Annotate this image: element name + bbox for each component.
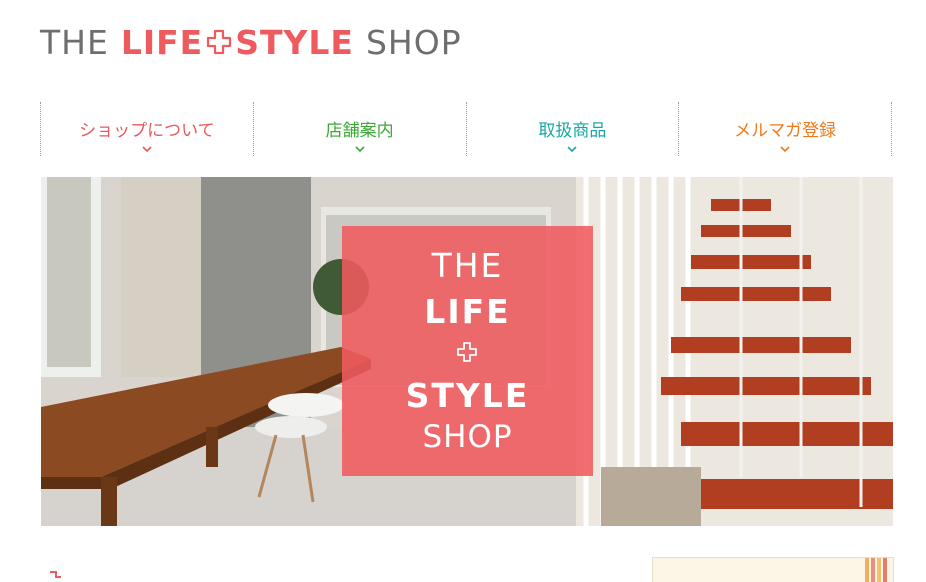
- chevron-down-icon: [567, 146, 577, 153]
- nav-item-newsletter[interactable]: メルマガ登録: [678, 102, 892, 156]
- badge-life: LIFE: [424, 292, 511, 331]
- site-logo[interactable]: THE LIFE STYLE SHOP: [40, 22, 462, 62]
- hero-banner: THE LIFE STYLE SHOP: [41, 177, 893, 526]
- logo-style: STYLE: [235, 22, 354, 62]
- chevron-down-icon: [355, 146, 365, 153]
- nav-label: ショップについて: [79, 121, 215, 141]
- nav-item-about[interactable]: ショップについて: [40, 102, 253, 156]
- logo-life: LIFE: [120, 22, 204, 62]
- nav-item-store-info[interactable]: 店舗案内: [252, 102, 466, 156]
- sidebar-box: [652, 557, 894, 582]
- nav-label: 店舗案内: [325, 121, 394, 141]
- chevron-down-icon: [142, 146, 152, 153]
- plus-logo-icon: [207, 29, 232, 55]
- badge-style: STYLE: [405, 376, 530, 415]
- nav-label: メルマガ登録: [734, 121, 837, 141]
- nav-label: 取扱商品: [538, 121, 607, 141]
- nav-item-products[interactable]: 取扱商品: [465, 102, 679, 156]
- logo-shop: SHOP: [365, 22, 462, 62]
- logo-the: THE: [40, 22, 109, 62]
- chevron-down-icon: [780, 146, 790, 153]
- badge-shop: SHOP: [422, 419, 513, 455]
- global-nav: ショップについて 店舗案内 取扱商品 メルマガ登録: [40, 102, 892, 156]
- badge-the: THE: [431, 246, 504, 285]
- section-heading-icon: [50, 571, 61, 578]
- plus-logo-icon: [457, 342, 477, 362]
- hero-logo-badge: THE LIFE STYLE SHOP: [342, 226, 593, 476]
- decorative-stripes: [865, 558, 887, 582]
